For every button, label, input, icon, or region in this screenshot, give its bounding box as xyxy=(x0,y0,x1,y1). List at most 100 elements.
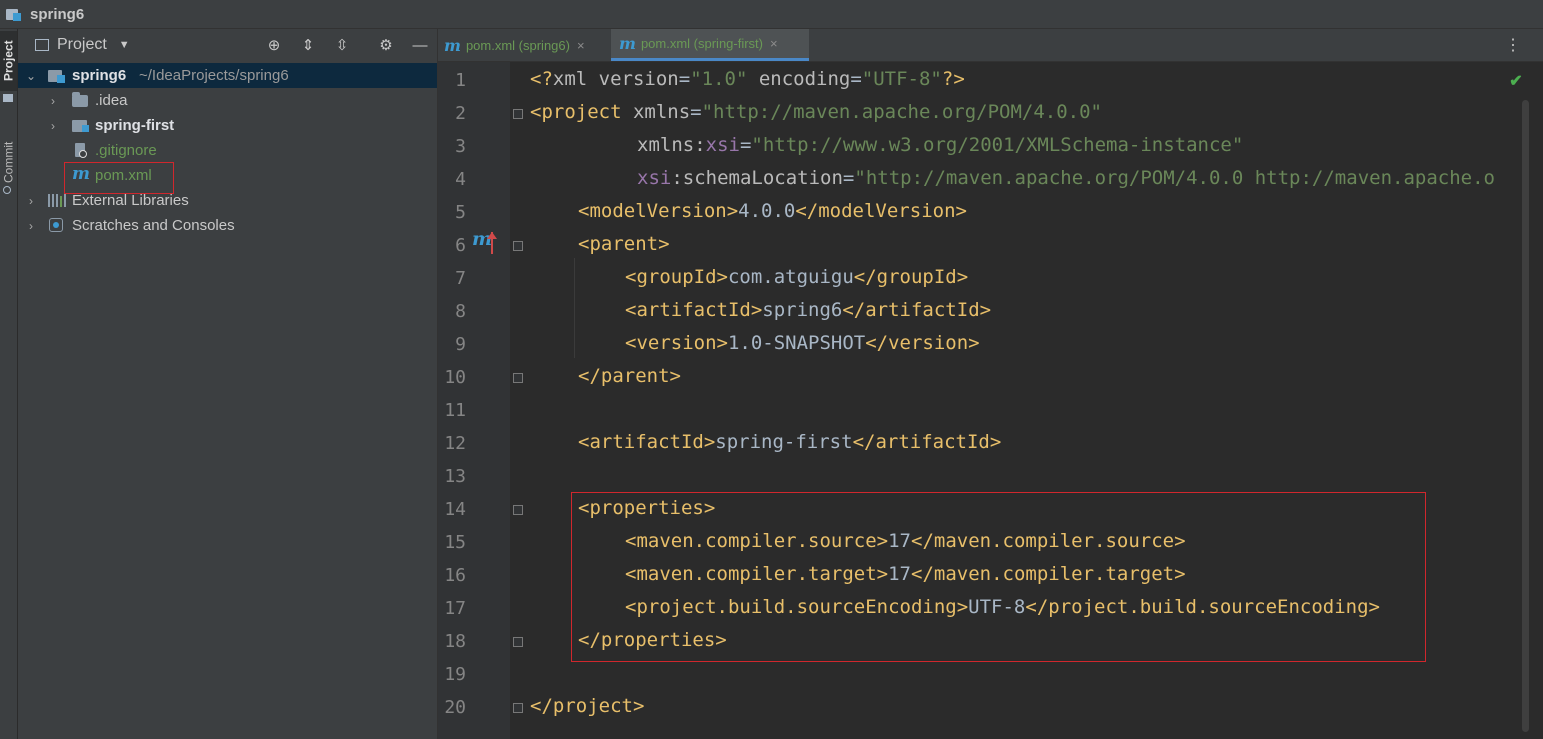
code-editor[interactable]: 1 2 3 4 5 6 7 8 9 10 11 12 13 14 15 16 1… xyxy=(438,62,1543,739)
tool-tab-project[interactable]: Project xyxy=(0,31,17,91)
code-token: </version> xyxy=(865,332,980,354)
maven-parent-icon[interactable]: m xyxy=(472,230,497,254)
panel-title[interactable]: Project xyxy=(57,36,107,54)
code-token: 1.0-SNAPSHOT xyxy=(727,332,866,354)
code-token: </modelVersion> xyxy=(795,200,967,222)
module-folder-icon xyxy=(48,68,66,83)
code-token: <groupId> xyxy=(625,266,728,288)
module-folder-icon xyxy=(72,118,90,133)
code-token: = xyxy=(678,68,691,90)
code-token: <modelVersion> xyxy=(578,200,739,222)
line-number: 8 xyxy=(455,301,466,322)
code-token: = xyxy=(850,68,862,90)
tab-pom-spring-first[interactable]: m pom.xml (spring-first) × xyxy=(611,29,809,61)
code-line-8: <artifactId>spring6</artifactId> xyxy=(625,299,991,321)
code-token: spring-first xyxy=(715,431,853,453)
chevron-down-icon[interactable]: ⌄ xyxy=(25,69,37,83)
vertical-scrollbar[interactable] xyxy=(1522,100,1529,732)
tree-item-idea[interactable]: › .idea xyxy=(18,88,437,113)
chevron-right-icon[interactable]: › xyxy=(25,219,37,233)
fold-marker[interactable] xyxy=(513,373,523,383)
maven-file-icon: m xyxy=(619,34,636,53)
line-number: 1 xyxy=(455,70,466,91)
line-number: 9 xyxy=(455,334,466,355)
code-token: spring6 xyxy=(762,299,843,321)
code-token: </groupId> xyxy=(853,266,969,288)
line-number: 17 xyxy=(444,598,466,619)
more-icon[interactable]: ⋮ xyxy=(1505,35,1521,55)
code-token: xmlns: xyxy=(637,134,706,156)
line-number: 10 xyxy=(444,367,466,388)
project-icon xyxy=(6,7,24,21)
chevron-right-icon[interactable]: › xyxy=(47,119,59,133)
chevron-right-icon[interactable]: › xyxy=(47,94,59,108)
code-line-2: <project xmlns="http://maven.apache.org/… xyxy=(530,101,1102,123)
pom-xml-highlight-box xyxy=(64,162,174,194)
code-token: <parent> xyxy=(578,233,670,255)
editor-tab-bar: m pom.xml (spring6) × m pom.xml (spring-… xyxy=(438,29,1543,62)
code-token: "UTF-8" xyxy=(861,68,942,90)
tab-label: pom.xml (spring6) xyxy=(465,37,570,53)
tree-item-spring6[interactable]: ⌄ spring6 ~/IdeaProjects/spring6 xyxy=(18,63,437,88)
code-token: 4.0.0 xyxy=(738,200,796,222)
inspection-ok-icon[interactable]: ✔ xyxy=(1505,70,1527,92)
code-token: = xyxy=(690,101,702,123)
line-number: 15 xyxy=(444,532,466,553)
code-token: <project xyxy=(530,101,633,123)
tree-item-gitignore[interactable]: .gitignore xyxy=(18,138,437,163)
line-number: 18 xyxy=(444,631,466,652)
code-token: <artifactId> xyxy=(625,299,763,321)
code-token: :schemaLocation xyxy=(671,167,843,189)
properties-highlight-box xyxy=(571,492,1426,662)
tab-pom-spring6[interactable]: m pom.xml (spring6) × xyxy=(444,29,609,61)
line-number: 3 xyxy=(455,136,466,157)
code-line-3: xmlns:xsi="http://www.w3.org/2001/XMLSch… xyxy=(637,134,1243,156)
fold-marker[interactable] xyxy=(513,505,523,515)
tool-tab-project-label: Project xyxy=(1,40,16,82)
fold-marker[interactable] xyxy=(513,241,523,251)
code-token: "http://maven.apache.org/POM/4.0.0" xyxy=(701,101,1102,123)
indent-guide xyxy=(574,258,575,358)
code-token: ?> xyxy=(941,68,965,90)
code-token: xml version xyxy=(552,68,679,90)
line-number: 14 xyxy=(444,499,466,520)
project-panel: Project ▼ ⊕ ⇕ ⇳ ⚙ — ⌄ spring6 ~/IdeaProj… xyxy=(18,29,438,739)
fold-marker[interactable] xyxy=(513,637,523,647)
libraries-icon xyxy=(48,193,66,208)
line-number: 7 xyxy=(455,268,466,289)
minimize-icon[interactable]: — xyxy=(409,35,431,55)
close-icon[interactable]: × xyxy=(770,36,778,51)
code-token: </parent> xyxy=(578,365,681,387)
code-token: = xyxy=(739,134,752,156)
code-line-6: <parent> xyxy=(578,233,670,255)
code-line-12: <artifactId>spring-first</artifactId> xyxy=(578,431,1001,453)
locate-icon[interactable]: ⊕ xyxy=(263,35,285,55)
tree-item-label: .gitignore xyxy=(95,142,157,159)
line-number: 11 xyxy=(444,400,466,421)
folder-tab-icon xyxy=(3,94,13,102)
code-token: </artifactId> xyxy=(852,431,1002,453)
code-token: </artifactId> xyxy=(842,299,992,321)
chevron-right-icon[interactable]: › xyxy=(25,194,37,208)
panel-window-icon xyxy=(35,39,49,51)
tree-item-scratches[interactable]: › Scratches and Consoles xyxy=(18,213,437,238)
fold-marker[interactable] xyxy=(513,703,523,713)
tree-item-label: .idea xyxy=(95,92,128,109)
code-token: xsi xyxy=(705,134,740,156)
line-number: 6 xyxy=(455,235,466,256)
gear-icon[interactable]: ⚙ xyxy=(375,35,397,55)
chevron-down-icon[interactable]: ▼ xyxy=(119,39,130,51)
tree-item-label: spring-first xyxy=(95,117,175,134)
tree-item-label: External Libraries xyxy=(72,192,189,209)
line-number: 13 xyxy=(444,466,466,487)
commit-icon xyxy=(3,186,11,194)
close-icon[interactable]: × xyxy=(577,38,585,53)
code-token: encoding xyxy=(747,68,851,90)
ignored-file-icon xyxy=(75,143,87,158)
fold-marker[interactable] xyxy=(513,109,523,119)
code-token: </project> xyxy=(530,695,645,717)
tree-item-spring-first[interactable]: › spring-first xyxy=(18,113,437,138)
expand-all-icon[interactable]: ⇕ xyxy=(297,35,319,55)
collapse-all-icon[interactable]: ⇳ xyxy=(331,35,353,55)
code-token: com.atguigu xyxy=(727,266,854,288)
